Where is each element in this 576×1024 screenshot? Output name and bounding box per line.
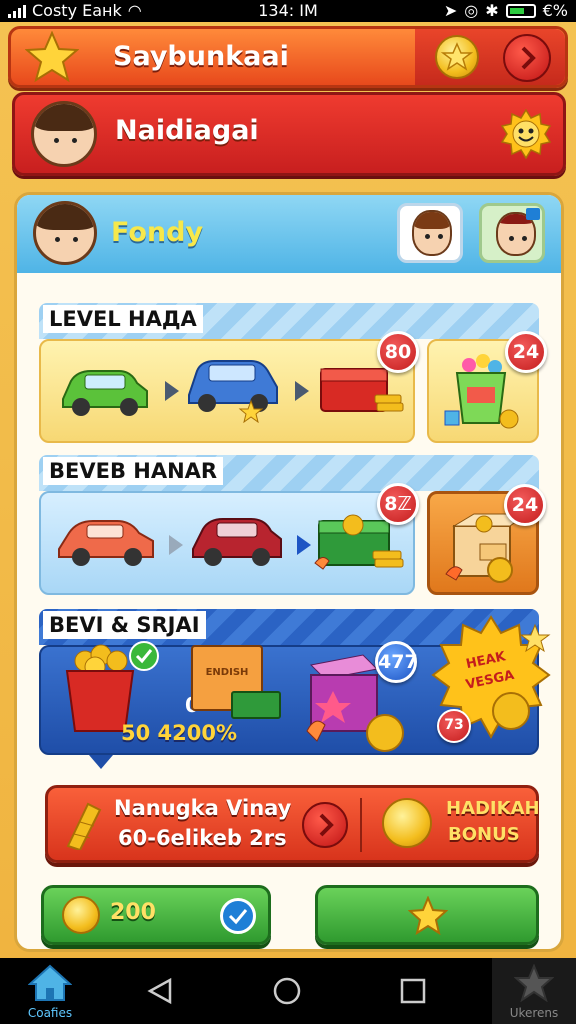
cash-stack-icon bbox=[231, 691, 281, 719]
checkmark-icon bbox=[129, 641, 159, 671]
coins-button[interactable]: 200 bbox=[41, 885, 271, 945]
star-icon bbox=[408, 896, 448, 936]
home-tab[interactable]: Coafies bbox=[0, 958, 100, 1024]
reward-card-2[interactable]: 24 bbox=[427, 484, 546, 595]
home-icon bbox=[28, 964, 72, 1001]
coin-icon bbox=[62, 896, 100, 934]
upgrade-card-1[interactable]: 80 bbox=[39, 331, 419, 443]
count-badge: 8ℤ bbox=[377, 483, 419, 525]
checkmark-icon bbox=[220, 898, 256, 934]
gold-star-coin-icon[interactable] bbox=[435, 35, 479, 79]
game-screen: Saybunkaai Naidiagai Fondy LEVEL HAДA 80… bbox=[0, 22, 576, 958]
user-avatar[interactable] bbox=[33, 201, 97, 265]
main-panel: Fondy LEVEL HAДA 80 24 BEVEB HANAR 8ℤ 24… bbox=[14, 192, 564, 952]
friend-avatar-button-2[interactable] bbox=[479, 203, 545, 263]
bonus-label-line1: HADIKAH bbox=[446, 798, 540, 819]
player-avatar[interactable] bbox=[31, 101, 97, 167]
extra-tab[interactable]: Ukerens bbox=[492, 958, 576, 1024]
bonus-label-line2: BONUS bbox=[448, 824, 520, 845]
count-badge: 73 bbox=[437, 709, 471, 743]
maroon-car-icon bbox=[192, 518, 282, 566]
bonus-card[interactable]: 0 ENDISH 477 HEAK VESGA 73 50 4200% bbox=[39, 615, 551, 755]
square-recents-icon[interactable] bbox=[398, 976, 428, 1006]
offer-title: Nanugka Vinay bbox=[114, 796, 292, 820]
reward-card-1[interactable]: 24 bbox=[427, 331, 547, 443]
count-badge: 24 bbox=[504, 484, 546, 526]
smiley-sun-icon[interactable] bbox=[500, 108, 552, 160]
tag-icon bbox=[526, 208, 540, 220]
red-arrow-icon[interactable] bbox=[302, 802, 348, 848]
circle-home-icon[interactable] bbox=[272, 976, 302, 1006]
section-title-2: BEVEB HANAR bbox=[43, 457, 224, 485]
title-bar: Saybunkaai bbox=[8, 26, 568, 88]
friend-avatar-button[interactable] bbox=[397, 203, 463, 263]
panel-header: Fondy bbox=[17, 195, 561, 273]
alarm-icon: ◎ bbox=[464, 1, 479, 20]
battery-icon bbox=[505, 3, 536, 18]
star-button[interactable] bbox=[315, 885, 539, 945]
bonus-amount: 50 4200% bbox=[121, 721, 238, 745]
player-bar: Naidiagai bbox=[12, 92, 566, 176]
star-badge-icon bbox=[514, 964, 554, 1002]
count-badge: 477 bbox=[375, 641, 418, 683]
count-badge: 80 bbox=[377, 331, 419, 373]
red-arrow-icon[interactable] bbox=[503, 34, 551, 82]
section-title-3: BEVI & SRJAI bbox=[43, 611, 206, 639]
blue-suv-icon bbox=[188, 360, 278, 423]
orange-car-icon bbox=[58, 520, 154, 566]
offer-button[interactable]: Nanugka Vinay 60-6elikeb 2rs HADIKAH BON… bbox=[45, 785, 540, 863]
back-icon[interactable] bbox=[146, 976, 176, 1006]
battery-percent: €% bbox=[542, 1, 568, 20]
location-icon: ➤ bbox=[443, 1, 458, 20]
coins-amount: 200 bbox=[110, 900, 156, 925]
section-title-1: LEVEL HAДA bbox=[43, 305, 203, 333]
offer-subtitle: 60-6elikeb 2rs bbox=[118, 826, 287, 850]
star-icon[interactable] bbox=[25, 31, 79, 83]
bonus-coin-icon bbox=[382, 798, 432, 848]
extra-label: Ukerens bbox=[509, 1006, 559, 1020]
page-title: Saybunkaai bbox=[113, 41, 289, 72]
player-name: Naidiagai bbox=[115, 115, 259, 146]
bluetooth-icon: ✱ bbox=[485, 1, 499, 20]
navigation-bar: Coafies Ukerens bbox=[0, 958, 576, 1024]
count-badge: 24 bbox=[505, 331, 547, 373]
green-car-icon bbox=[62, 370, 148, 416]
username: Fondy bbox=[111, 217, 204, 248]
gold-bar-icon bbox=[66, 802, 102, 850]
upgrade-card-2[interactable]: 8ℤ bbox=[39, 483, 419, 595]
status-bar: Costy Eaнk ◠ 134: IM ➤ ◎ ✱ €% bbox=[0, 0, 576, 22]
home-label: Coafies bbox=[27, 1006, 73, 1020]
